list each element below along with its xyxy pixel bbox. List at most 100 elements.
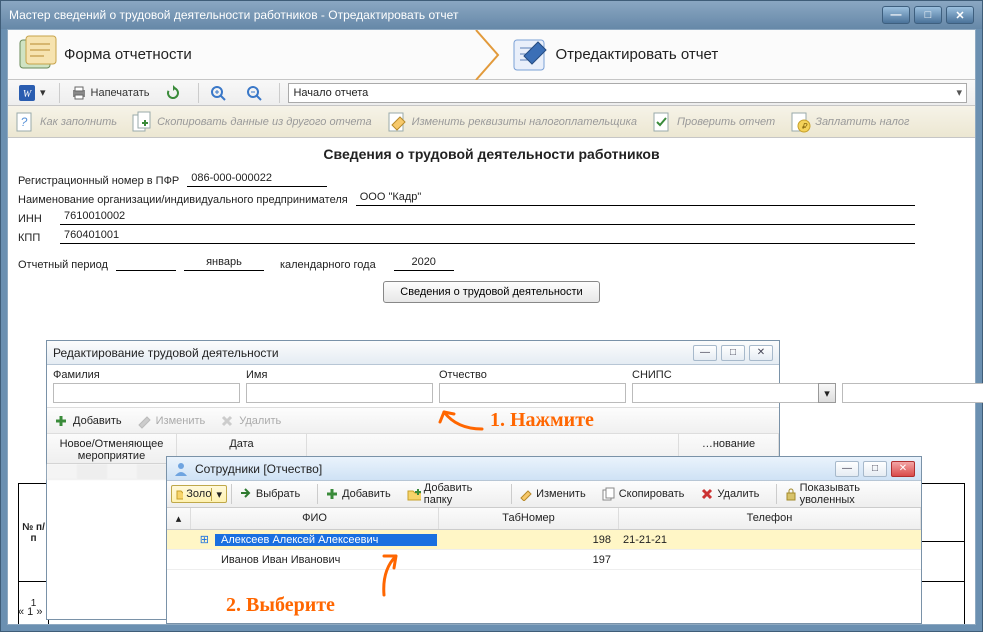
zoom-in-button[interactable] [203, 82, 237, 104]
employees-dialog: Сотрудники [Отчество] — □ ✕ Золо ▾ Выбра… [166, 456, 922, 624]
choose-label: Выбрать [256, 488, 300, 500]
table-pager[interactable]: « 1 » [18, 606, 42, 618]
emp-copy-button[interactable]: Скопировать [599, 487, 688, 501]
reg-number-value[interactable]: 086-000-000022 [187, 172, 327, 187]
cross-icon [219, 413, 235, 429]
copy-from-report-label: Скопировать данные из другого отчета [157, 116, 372, 128]
edit-dialog-titlebar: Редактирование трудовой деятельности — □… [47, 341, 779, 365]
emp-edit-button[interactable]: Изменить [516, 487, 589, 501]
main-title: Мастер сведений о трудовой деятельности … [9, 8, 458, 22]
col-tel[interactable]: Телефон [619, 508, 921, 529]
chevron-down-icon: ▾ [956, 86, 962, 99]
surname-input[interactable] [53, 383, 240, 403]
copy-from-report-button[interactable]: Скопировать данные из другого отчета [131, 111, 372, 133]
employees-titlebar: Сотрудники [Отчество] — □ ✕ [167, 457, 921, 481]
emp-close-button[interactable]: ✕ [891, 461, 915, 477]
pay-tax-label: Заплатить налог [815, 116, 909, 128]
zoom-out-icon [246, 85, 262, 101]
cross-icon [700, 487, 714, 501]
help-doc-icon: ? [14, 111, 36, 133]
zoom-in-icon [210, 85, 226, 101]
filter-folder-value: Золо [186, 488, 211, 500]
zoom-out-button[interactable] [239, 82, 273, 104]
minimize-button[interactable]: — [882, 6, 910, 24]
delete-row-button[interactable]: Удалить [219, 413, 281, 429]
period-blank[interactable] [116, 268, 176, 271]
employees-title: Сотрудники [Отчество] [195, 462, 322, 476]
section-selector-value: Начало отчета [293, 87, 368, 99]
wizard-arrow-icon [484, 30, 500, 79]
emp-minimize-button[interactable]: — [835, 461, 859, 477]
snips-input[interactable] [842, 383, 983, 403]
edit-dialog-filters: Фамилия Имя Отчество СНИПС ▾ [47, 365, 779, 408]
chevron-down-icon: ▾ [211, 488, 222, 501]
main-titlebar: Мастер сведений о трудовой деятельности … [1, 1, 982, 29]
check-report-button[interactable]: Проверить отчет [651, 111, 775, 133]
edit-requisites-button[interactable]: Изменить реквизиты налогоплательщика [386, 111, 637, 133]
grid-col-event: Новое/Отменяющее мероприятие [47, 434, 177, 463]
show-fired-label: Показывать уволенных [800, 482, 904, 506]
edit-requisites-label: Изменить реквизиты налогоплательщика [412, 116, 637, 128]
reg-number-label: Регистрационный номер в ПФР [18, 175, 179, 187]
emp-delete-button[interactable]: Удалить [697, 487, 762, 501]
copy-doc-icon [131, 111, 153, 133]
refresh-button[interactable] [158, 82, 192, 104]
how-to-fill-button[interactable]: ? Как заполнить [14, 111, 117, 133]
inn-value[interactable]: 7610010002 [60, 210, 915, 225]
filter-folder-field[interactable]: Золо ▾ [171, 485, 227, 503]
close-button[interactable]: ✕ [946, 6, 974, 24]
add-row-label: Добавить [73, 415, 122, 427]
pay-tax-button[interactable]: ₽ Заплатить налог [789, 111, 909, 133]
word-export-button[interactable]: W ▾ [12, 82, 53, 104]
print-button[interactable]: Напечатать [64, 82, 157, 104]
edit-row-button[interactable]: Изменить [136, 413, 206, 429]
main-toolbar: W ▾ Напечатать [8, 80, 975, 106]
how-to-fill-label: Как заполнить [40, 116, 117, 128]
print-label: Напечатать [91, 87, 150, 99]
dialog-maximize-button[interactable]: □ [721, 345, 745, 361]
snips-prefix-input[interactable] [632, 383, 819, 403]
tree-expand-icon[interactable]: ⊞ [167, 533, 215, 546]
wizard-step-2[interactable]: Отредактировать отчет [500, 30, 976, 79]
open-activity-button[interactable]: Сведения о трудовой деятельности [383, 281, 599, 303]
wizard-step-1[interactable]: Форма отчетности [8, 30, 484, 79]
col-sort[interactable]: ▴ [167, 508, 191, 529]
emp-add-folder-button[interactable]: Добавить папку [404, 482, 498, 506]
period-year[interactable]: 2020 [394, 256, 454, 271]
emp-tab: 198 [437, 534, 617, 546]
firstname-input[interactable] [246, 383, 433, 403]
col-tab[interactable]: ТабНомер [439, 508, 619, 529]
employees-toolbar: Золо ▾ Выбрать Добавить Добавить папку И… [167, 481, 921, 508]
emp-add-button[interactable]: Добавить [322, 487, 394, 501]
snips-dropdown-button[interactable]: ▾ [818, 383, 836, 403]
emp-edit-label: Изменить [536, 488, 586, 500]
dialog-close-button[interactable]: ✕ [749, 345, 773, 361]
chevron-down-icon: ▾ [824, 387, 830, 400]
org-name-value[interactable]: ООО "Кадр" [356, 191, 915, 206]
section-selector[interactable]: Начало отчета ▾ [288, 83, 967, 103]
check-report-label: Проверить отчет [677, 116, 775, 128]
kpp-label: КПП [18, 232, 52, 244]
edit-doc-icon [386, 111, 408, 133]
wizard-step-1-label: Форма отчетности [64, 46, 192, 63]
emp-maximize-button[interactable]: □ [863, 461, 887, 477]
col-fio[interactable]: ФИО [191, 508, 439, 529]
dialog-minimize-button[interactable]: — [693, 345, 717, 361]
choose-button[interactable]: Выбрать [236, 487, 303, 501]
maximize-button[interactable]: □ [914, 6, 942, 24]
check-arrow-icon [239, 487, 253, 501]
kpp-value[interactable]: 760401001 [60, 229, 915, 244]
employee-row[interactable]: Иванов Иван Иванович 197 [167, 550, 921, 570]
wizard-steps: Форма отчетности Отредактировать отчет [8, 30, 975, 80]
add-row-button[interactable]: Добавить [53, 413, 122, 429]
wizard-step-2-label: Отредактировать отчет [556, 46, 719, 63]
plus-icon [325, 487, 339, 501]
employee-row[interactable]: ⊞ Алексеев Алексей Алексеевич 198 21-21-… [167, 530, 921, 550]
patronymic-input[interactable] [439, 383, 626, 403]
period-month[interactable]: январь [184, 256, 264, 271]
copy-icon [602, 487, 616, 501]
emp-add-folder-label: Добавить папку [424, 482, 494, 506]
firstname-label: Имя [246, 369, 433, 381]
emp-tel: 21-21-21 [617, 534, 921, 546]
show-fired-toggle[interactable]: Показывать уволенных [781, 482, 907, 506]
